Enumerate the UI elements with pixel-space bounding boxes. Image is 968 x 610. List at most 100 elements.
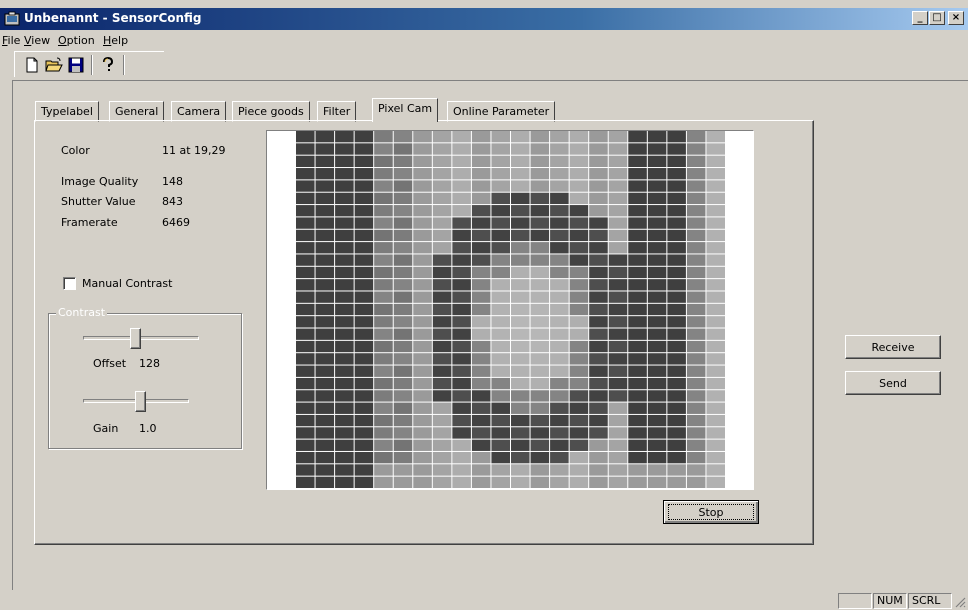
pixel-cell	[452, 205, 471, 217]
pixel-cell	[530, 217, 550, 229]
pixel-cell	[315, 390, 335, 402]
stop-button[interactable]: Stop	[663, 500, 759, 524]
pixel-cell	[589, 155, 608, 168]
pixel-cell	[667, 168, 686, 180]
pixel-cell	[589, 390, 608, 402]
pixel-cell	[628, 192, 647, 205]
offset-slider-thumb[interactable]	[130, 328, 142, 349]
pixel-cell	[452, 155, 471, 168]
close-button[interactable]: ×	[948, 11, 964, 25]
pixel-cell	[432, 427, 452, 439]
pixel-cell	[354, 168, 374, 180]
status-pane-empty	[838, 593, 872, 609]
pixel-cell	[530, 414, 550, 427]
toolbar	[14, 51, 164, 77]
tab-online-parameter[interactable]: Online Parameter	[447, 101, 556, 122]
manual-contrast-label[interactable]: Manual Contrast	[82, 277, 172, 290]
pixel-cell	[686, 155, 706, 168]
new-file-icon[interactable]	[23, 56, 41, 74]
save-disk-icon[interactable]	[67, 56, 85, 74]
pixel-cell	[471, 402, 491, 414]
pixel-cell	[374, 266, 393, 279]
tab-filter[interactable]: Filter	[317, 101, 357, 122]
pixel-cell	[647, 143, 667, 155]
gain-slider-thumb[interactable]	[135, 391, 147, 412]
open-folder-icon[interactable]	[45, 56, 63, 74]
pixel-cell	[296, 217, 315, 229]
pixel-cell	[354, 266, 374, 279]
pixel-cell	[686, 464, 706, 476]
pixel-cell	[647, 168, 667, 180]
pixel-cell	[296, 143, 315, 155]
pixel-cell	[452, 451, 471, 464]
tab-typelabel[interactable]: Typelabel	[35, 101, 99, 122]
pixel-cell	[491, 328, 510, 340]
maximize-button[interactable]: □	[929, 11, 945, 25]
tab-camera[interactable]: Camera	[171, 101, 227, 122]
pixel-cell	[647, 464, 667, 476]
pixel-cell	[667, 439, 686, 451]
pixel-cell	[354, 328, 374, 340]
manual-contrast-checkbox[interactable]	[63, 277, 76, 290]
pixel-cell	[374, 242, 393, 254]
help-question-icon[interactable]	[99, 56, 117, 74]
pixel-cell	[667, 340, 686, 353]
pixel-cell	[471, 242, 491, 254]
menu-bar: File View Option Help	[0, 31, 968, 49]
pixel-cell	[374, 353, 393, 365]
title-bar[interactable]: Unbenannt - SensorConfig _ □ ×	[0, 8, 968, 30]
pixel-cell	[393, 143, 413, 155]
pixel-cell	[511, 168, 530, 180]
tab-piece-goods[interactable]: Piece goods	[232, 101, 310, 122]
send-button[interactable]: Send	[845, 371, 941, 395]
pixel-cell	[511, 390, 530, 402]
pixel-cell	[413, 254, 432, 266]
pixel-cell	[491, 254, 510, 266]
pixel-cell	[569, 414, 589, 427]
pixel-cell	[550, 316, 569, 328]
pixel-cell	[491, 414, 510, 427]
pixel-cell	[589, 328, 608, 340]
pixel-cell	[432, 414, 452, 427]
pixel-cell	[628, 451, 647, 464]
resize-grip-icon[interactable]	[954, 596, 966, 608]
pixel-cell	[628, 476, 647, 488]
pixel-cell	[589, 476, 608, 488]
pixel-cell	[608, 414, 628, 427]
pixel-cell	[550, 205, 569, 217]
minimize-button[interactable]: _	[912, 11, 928, 25]
menu-help[interactable]: Help	[103, 34, 128, 47]
pixel-cell	[471, 229, 491, 242]
pixel-cell	[589, 131, 608, 143]
pixel-cell	[530, 316, 550, 328]
tab-pixel-cam[interactable]: Pixel Cam	[372, 98, 439, 122]
pixel-cell	[452, 340, 471, 353]
pixel-cell	[706, 291, 725, 303]
pixel-cell	[706, 143, 725, 155]
pixel-cell	[511, 464, 530, 476]
pixel-cell	[511, 217, 530, 229]
pixel-cell	[589, 266, 608, 279]
pixel-cell	[354, 427, 374, 439]
pixel-cell	[335, 266, 354, 279]
pixel-cell	[296, 254, 315, 266]
pixel-cell	[432, 390, 452, 402]
menu-option[interactable]: Option	[58, 34, 95, 47]
pixel-cell	[452, 254, 471, 266]
receive-button[interactable]: Receive	[845, 335, 941, 359]
menu-file[interactable]: File	[2, 34, 20, 47]
menu-view[interactable]: View	[24, 34, 50, 47]
pixel-cell	[550, 291, 569, 303]
pixel-cell	[452, 365, 471, 377]
pixel-cell	[393, 303, 413, 316]
pixel-cell	[432, 205, 452, 217]
pixel-cell	[628, 353, 647, 365]
pixel-cell	[569, 291, 589, 303]
pixel-cell	[335, 143, 354, 155]
pixel-cell	[569, 439, 589, 451]
pixel-cell	[706, 353, 725, 365]
pixel-cell	[550, 168, 569, 180]
pixel-cell	[393, 377, 413, 390]
pixel-cell	[315, 143, 335, 155]
tab-general[interactable]: General	[109, 101, 165, 122]
